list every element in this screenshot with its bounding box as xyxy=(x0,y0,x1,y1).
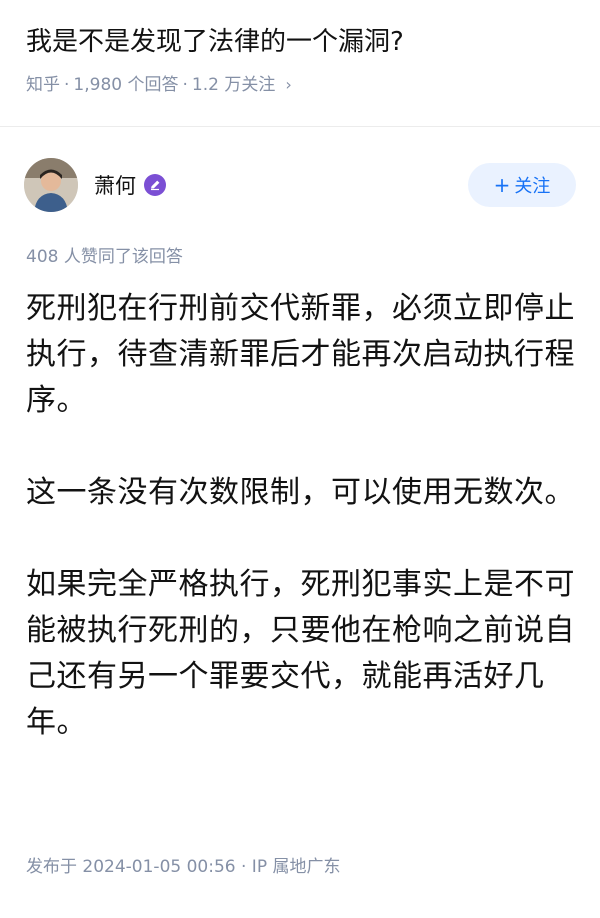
answer-paragraph: 这一条没有次数限制，可以使用无数次。 xyxy=(26,475,575,510)
avatar-image xyxy=(24,158,78,212)
answer-count: 1,980 个回答 xyxy=(73,75,179,95)
likes-count: 408 人赞同了该回答 xyxy=(26,247,183,267)
meta-separator: · xyxy=(64,75,70,95)
question-source: 知乎 xyxy=(26,75,60,95)
meta-separator: · xyxy=(182,75,188,95)
pencil-badge-icon xyxy=(144,174,166,196)
follower-count: 1.2 万关注 xyxy=(191,75,276,95)
follow-label: 关注 xyxy=(514,176,551,197)
author-name[interactable]: 萧何 xyxy=(94,170,136,200)
question-meta[interactable]: 知乎 · 1,980 个回答 · 1.2 万关注 › xyxy=(26,72,292,98)
avatar[interactable] xyxy=(24,158,78,212)
chevron-right-icon: › xyxy=(285,75,292,94)
question-title[interactable]: 我是不是发现了法律的一个漏洞? xyxy=(26,22,404,62)
answer-paragraph: 死刑犯在行刑前交代新罪，必须立即停止执行，待查清新罪后才能再次启动执行程序。 xyxy=(26,291,575,418)
plus-icon: + xyxy=(493,173,511,197)
answer-content: 死刑犯在行刑前交代新罪，必须立即停止执行，待查清新罪后才能再次启动执行程序。 这… xyxy=(26,286,578,746)
answer-paragraph: 如果完全严格执行，死刑犯事实上是不可能被执行死刑的，只要他在枪响之前说自己还有另… xyxy=(26,567,575,740)
author-info[interactable]: 萧何 xyxy=(24,158,166,212)
divider xyxy=(0,126,600,127)
publish-info: 发布于 2024-01-05 00:56 · IP 属地广东 xyxy=(26,857,341,877)
follow-button[interactable]: + 关注 xyxy=(468,163,576,207)
